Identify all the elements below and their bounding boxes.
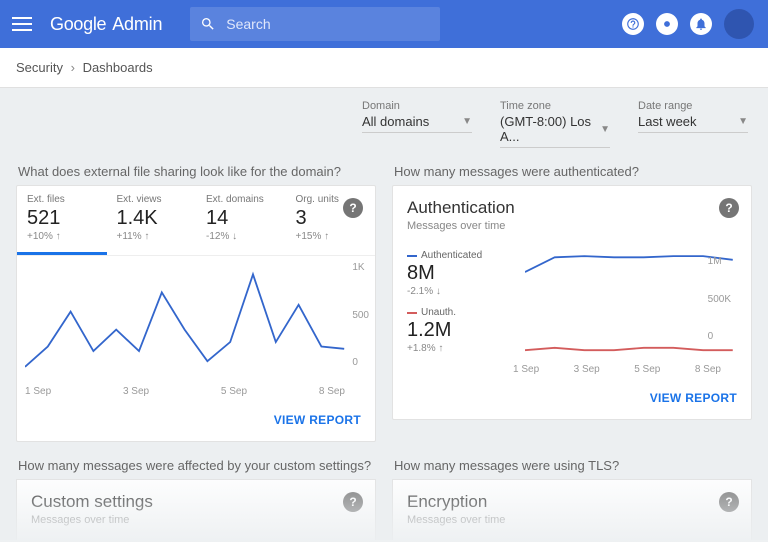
card-title: Encryption	[407, 492, 737, 512]
view-report-link[interactable]: VIEW REPORT	[274, 413, 361, 427]
caret-down-icon: ▼	[738, 116, 748, 127]
help-icon[interactable]: ?	[719, 492, 739, 512]
chevron-right-icon: ›	[71, 60, 75, 75]
stat-ext-files[interactable]: Ext. files 521 +10%	[17, 186, 107, 255]
view-report-link[interactable]: VIEW REPORT	[650, 391, 737, 405]
filter-label: Date range	[638, 100, 748, 112]
section-question: How many messages were authenticated?	[394, 164, 752, 179]
chart-authentication: 1M500K0	[525, 250, 737, 360]
section-question: How many messages were using TLS?	[394, 458, 752, 473]
caret-down-icon: ▼	[462, 116, 472, 127]
card-encryption: ? Encryption Messages over time	[392, 479, 752, 540]
apps-icon[interactable]	[656, 13, 678, 35]
filter-timezone-select[interactable]: (GMT-8:00) Los A...▼	[500, 114, 610, 148]
breadcrumb: Security › Dashboards	[0, 48, 768, 88]
card-subtitle: Messages over time	[31, 514, 361, 526]
logo-admin: Admin	[112, 14, 162, 35]
card-title: Custom settings	[31, 492, 361, 512]
header-icons	[622, 9, 754, 39]
search-icon	[200, 15, 216, 33]
filters: Domain All domains▼ Time zone (GMT-8:00)…	[16, 100, 752, 148]
help-icon[interactable]: ?	[719, 198, 739, 218]
content: Domain All domains▼ Time zone (GMT-8:00)…	[0, 88, 768, 540]
logo[interactable]: Google Admin	[50, 14, 162, 35]
card-subtitle: Messages over time	[407, 514, 737, 526]
filter-domain: Domain All domains▼	[362, 100, 472, 148]
filter-range: Date range Last week▼	[638, 100, 748, 148]
chart-ext-files: 1K5000	[17, 256, 375, 386]
help-icon[interactable]: ?	[343, 492, 363, 512]
notifications-icon[interactable]	[690, 13, 712, 35]
filter-domain-select[interactable]: All domains▼	[362, 114, 472, 133]
help-icon[interactable]	[622, 13, 644, 35]
logo-google: Google	[50, 14, 106, 35]
card-external-sharing: ? Ext. files 521 +10% Ext. views 1.4K +1…	[16, 185, 376, 442]
filter-label: Domain	[362, 100, 472, 112]
section-question: What does external file sharing look lik…	[18, 164, 376, 179]
filter-range-select[interactable]: Last week▼	[638, 114, 748, 133]
filter-timezone: Time zone (GMT-8:00) Los A...▼	[500, 100, 610, 148]
stat-ext-domains[interactable]: Ext. domains 14 -12%	[196, 186, 286, 255]
search-input[interactable]	[226, 16, 430, 32]
help-icon[interactable]: ?	[343, 198, 363, 218]
card-subtitle: Messages over time	[407, 220, 737, 232]
series-authenticated-label: Authenticated	[407, 250, 515, 261]
series-unauth-label: Unauth.	[407, 307, 515, 318]
stats-row: Ext. files 521 +10% Ext. views 1.4K +11%…	[17, 186, 375, 256]
caret-down-icon: ▼	[600, 124, 610, 135]
card-authentication: ? Authentication Messages over time Auth…	[392, 185, 752, 420]
menu-icon[interactable]	[10, 12, 34, 36]
avatar[interactable]	[724, 9, 754, 39]
filter-label: Time zone	[500, 100, 610, 112]
section-question: How many messages were affected by your …	[18, 458, 376, 473]
search-box[interactable]	[190, 7, 440, 41]
stat-org-units[interactable]: Org. units 3 +15%	[286, 186, 376, 255]
breadcrumb-item[interactable]: Dashboards	[83, 60, 153, 75]
breadcrumb-item[interactable]: Security	[16, 60, 63, 75]
card-custom-settings: ? Custom settings Messages over time	[16, 479, 376, 540]
app-header: Google Admin	[0, 0, 768, 48]
stat-ext-views[interactable]: Ext. views 1.4K +11%	[107, 186, 197, 255]
card-title: Authentication	[407, 198, 737, 218]
